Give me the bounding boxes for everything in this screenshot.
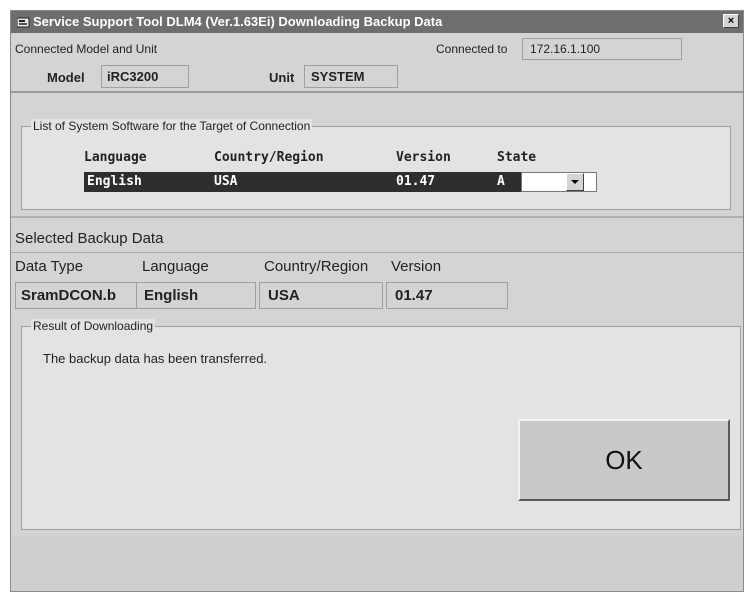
state-dropdown-button[interactable] [566, 173, 584, 191]
software-list-group-label: List of System Software for the Target o… [31, 119, 313, 133]
backup-header-country-region: Country/Region [264, 258, 369, 275]
backup-data-type-field: SramDCON.b [15, 282, 139, 309]
backup-header-version: Version [391, 258, 442, 275]
row-state: A [497, 174, 505, 189]
divider [11, 216, 743, 218]
title-bar[interactable]: Service Support Tool DLM4 (Ver.1.63Ei) D… [11, 11, 743, 33]
state-dropdown[interactable] [521, 172, 597, 192]
result-message: The backup data has been transferred. [43, 351, 268, 366]
backup-version-value: 01.47 [395, 287, 433, 304]
unit-label: Unit [269, 70, 295, 85]
header-language: Language [84, 150, 147, 165]
backup-language-field: English [136, 282, 256, 309]
divider [11, 91, 743, 93]
backup-header-data-type: Data Type [15, 258, 84, 275]
software-list-group [21, 126, 731, 210]
unit-value: SYSTEM [311, 69, 365, 84]
main-window: Service Support Tool DLM4 (Ver.1.63Ei) D… [10, 10, 744, 592]
backup-data-type-value: SramDCON.b [21, 287, 117, 304]
app-icon [17, 17, 30, 28]
model-value: iRC3200 [107, 69, 159, 84]
model-label: Model [47, 70, 85, 85]
header-state: State [497, 150, 537, 165]
backup-language-value: English [144, 287, 199, 304]
divider [11, 252, 743, 253]
connected-to-field: 172.16.1.100 [522, 38, 682, 60]
backup-country-field: USA [259, 282, 383, 309]
close-button[interactable]: × [723, 14, 739, 28]
header-version: Version [396, 150, 451, 165]
software-row-selected[interactable]: English USA 01.47 A [84, 172, 521, 192]
result-group-label: Result of Downloading [31, 319, 156, 333]
header-country-region: Country/Region [214, 150, 324, 165]
unit-field: SYSTEM [304, 65, 398, 88]
connected-to-label: Connected to [436, 42, 508, 56]
backup-country-value: USA [268, 287, 300, 304]
backup-header-language: Language [142, 258, 209, 275]
connected-to-value: 172.16.1.100 [530, 42, 601, 56]
status-area [11, 536, 743, 591]
ok-button[interactable]: OK [518, 419, 730, 501]
chevron-down-icon [571, 180, 579, 184]
connected-model-label: Connected Model and Unit [15, 42, 158, 56]
backup-version-field: 01.47 [386, 282, 508, 309]
close-icon: × [727, 15, 735, 27]
window-title: Service Support Tool DLM4 (Ver.1.63Ei) D… [33, 14, 443, 29]
model-field: iRC3200 [101, 65, 189, 88]
row-version: 01.47 [396, 174, 436, 189]
row-language: English [87, 174, 142, 189]
row-country: USA [214, 174, 238, 189]
selected-backup-label: Selected Backup Data [15, 230, 164, 247]
